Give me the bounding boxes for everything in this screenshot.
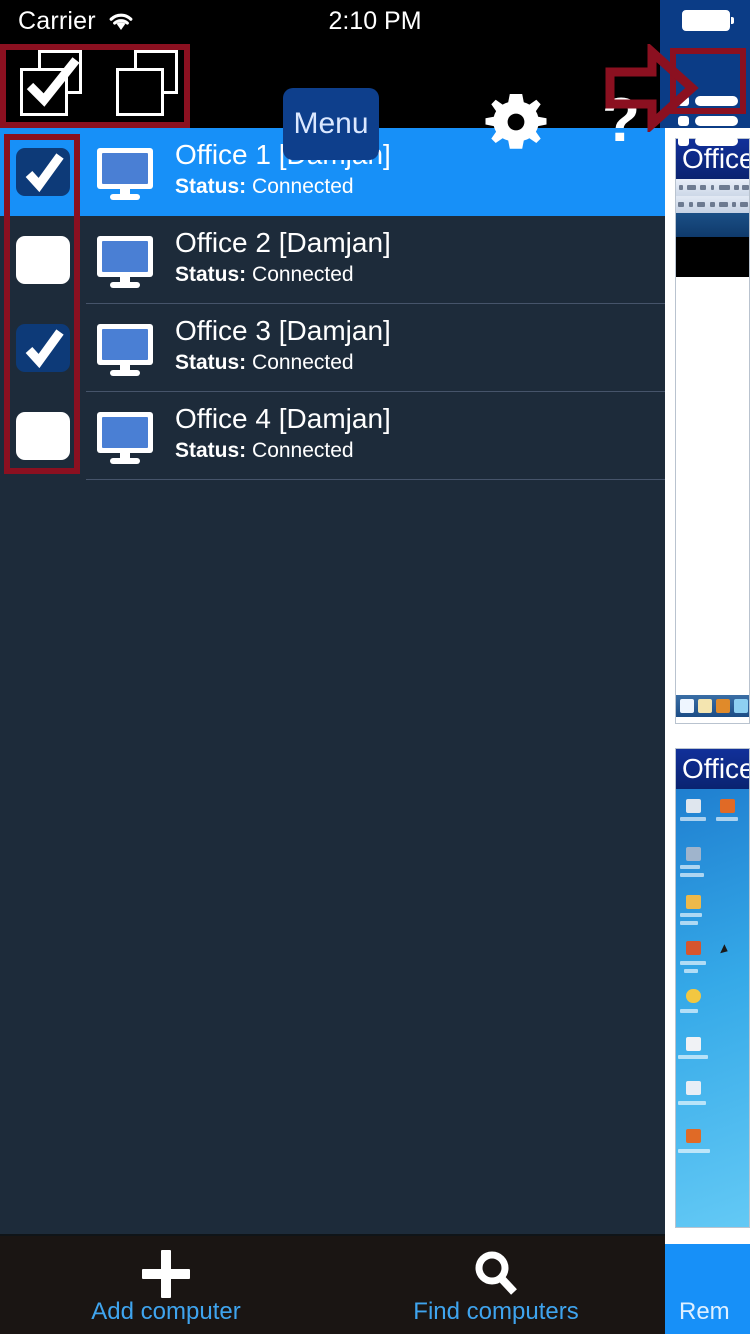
desktop-monitor-icon — [96, 236, 162, 288]
row-text: Office 3 [Damjan] Status: Connected — [175, 314, 659, 376]
status-label: Status: — [175, 351, 247, 374]
add-computer-label: Add computer — [91, 1298, 241, 1325]
table-row[interactable]: Office 4 [Damjan] Status: Connected — [0, 392, 665, 480]
thumbnail-taskbar — [676, 695, 749, 717]
status-bar: Carrier 2:10 PM — [0, 0, 750, 40]
thumbnail-panel: Office Office — [665, 128, 750, 1230]
row-text: Office 2 [Damjan] Status: Connected — [175, 226, 659, 288]
table-row[interactable]: Office 3 [Damjan] Status: Connected — [0, 304, 665, 392]
deselect-all-stack-icon[interactable] — [114, 50, 186, 116]
row-text: Office 4 [Damjan] Status: Connected — [175, 402, 659, 464]
select-all-checkbox-stack-icon[interactable] — [18, 50, 90, 116]
row-checkbox[interactable] — [16, 412, 70, 460]
checkmark-glyph — [26, 57, 80, 107]
status-label: Status: — [175, 439, 247, 462]
list-view-icon[interactable] — [678, 96, 738, 146]
thumbnail-title: Office — [676, 749, 749, 789]
stack-icon-front-square — [116, 68, 164, 116]
find-computers-button[interactable]: Find computers — [366, 1248, 626, 1326]
desktop-monitor-icon — [96, 412, 162, 464]
status-label: Status: — [175, 263, 247, 286]
computer-list: Office 1 [Damjan] Status: Connected Offi… — [0, 128, 665, 1230]
add-computer-button[interactable]: Add computer — [36, 1248, 296, 1326]
status-label: Status: — [175, 175, 247, 198]
bottom-tab-bar: Add computer Find computers — [0, 1234, 665, 1334]
list-line — [695, 96, 738, 106]
selection-toolbar-group — [10, 48, 185, 120]
list-bullet — [678, 116, 689, 126]
status-value: Connected — [252, 175, 354, 198]
find-computers-label: Find computers — [413, 1298, 579, 1325]
desktop-monitor-icon — [96, 148, 162, 200]
computer-status: Status: Connected — [175, 262, 659, 288]
gear-icon[interactable] — [484, 90, 548, 154]
list-bullet — [678, 96, 689, 106]
row-text: Office 1 [Damjan] Status: Connected — [175, 138, 659, 200]
list-line — [695, 136, 738, 146]
menu-button[interactable]: Menu — [283, 88, 379, 160]
computer-name: Office 2 [Damjan] — [175, 227, 391, 258]
thumbnail-card[interactable]: Office — [675, 748, 750, 1228]
help-button[interactable]: ? — [598, 88, 644, 158]
thumbnail-toolbar-row — [676, 179, 749, 196]
thumbnail-accent-bar — [676, 213, 749, 237]
checkmark-icon — [25, 153, 64, 193]
computer-name: Office 3 [Damjan] — [175, 315, 391, 346]
remote-panel[interactable]: Rem — [665, 1244, 750, 1334]
list-line — [695, 116, 738, 126]
checkmark-icon — [25, 329, 64, 369]
list-bullet — [678, 136, 689, 146]
computer-status: Status: Connected — [175, 350, 659, 376]
remote-label: Rem — [679, 1298, 730, 1325]
app-screen: Carrier 2:10 PM Menu ? Office 1 [Damjan]… — [0, 0, 750, 1334]
row-separator — [86, 479, 665, 480]
clock-label: 2:10 PM — [328, 7, 422, 35]
status-value: Connected — [252, 351, 354, 374]
plus-icon — [36, 1248, 296, 1298]
row-checkbox[interactable] — [16, 236, 70, 284]
thumbnail-card[interactable]: Office — [675, 138, 750, 724]
thumbnail-document-area — [676, 277, 749, 695]
thumbnail-toolbar-row — [676, 196, 749, 213]
tabbar-divider — [0, 1234, 665, 1236]
top-toolbar: Menu ? — [0, 40, 750, 160]
search-icon — [366, 1248, 626, 1298]
row-checkbox[interactable] — [16, 148, 70, 196]
status-value: Connected — [252, 263, 354, 286]
table-row[interactable]: Office 2 [Damjan] Status: Connected — [0, 216, 665, 304]
computer-name: Office 4 [Damjan] — [175, 403, 391, 434]
computer-status: Status: Connected — [175, 438, 659, 464]
thumbnail-black-band — [676, 237, 749, 277]
row-checkbox[interactable] — [16, 324, 70, 372]
computer-name: Office 1 [Damjan] — [175, 139, 391, 170]
status-value: Connected — [252, 439, 354, 462]
computer-status: Status: Connected — [175, 174, 659, 200]
thumbnail-desktop-area — [676, 789, 749, 1227]
battery-full-icon — [682, 10, 734, 31]
desktop-monitor-icon — [96, 324, 162, 376]
panel-gap — [665, 1230, 750, 1244]
